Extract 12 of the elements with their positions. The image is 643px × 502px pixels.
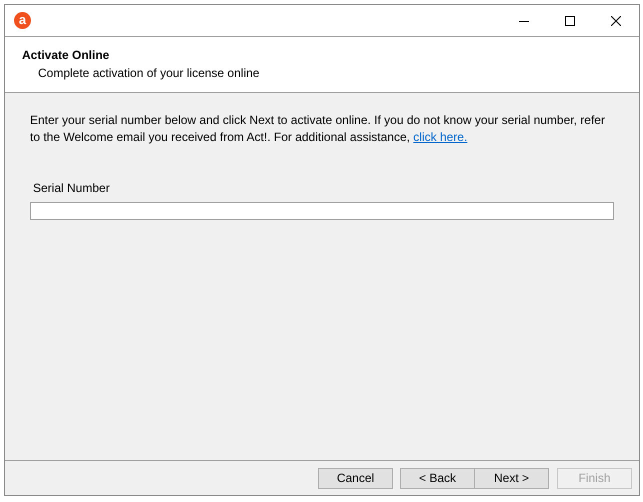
- close-icon[interactable]: [611, 16, 621, 26]
- page-subtitle: Complete activation of your license online: [37, 65, 260, 81]
- page-title: Activate Online: [22, 47, 110, 63]
- maximize-icon[interactable]: [565, 16, 575, 26]
- serial-number-field[interactable]: [30, 202, 614, 220]
- wizard-button[interactable]: Cancel: [318, 468, 393, 488]
- wizard-button[interactable]: < Back: [400, 468, 475, 488]
- instructions-text: Enter your serial number below and click Next to activate online. If you do not know your serial number, refer to the Welcome email you received from Act!. For additional assistance, click here.: [30, 112, 606, 146]
- field-label: Serial Number: [33, 180, 110, 197]
- wizard-button[interactable]: Next >: [474, 468, 549, 488]
- help-link[interactable]: click here.: [413, 130, 468, 144]
- app-logo: a: [14, 12, 31, 29]
